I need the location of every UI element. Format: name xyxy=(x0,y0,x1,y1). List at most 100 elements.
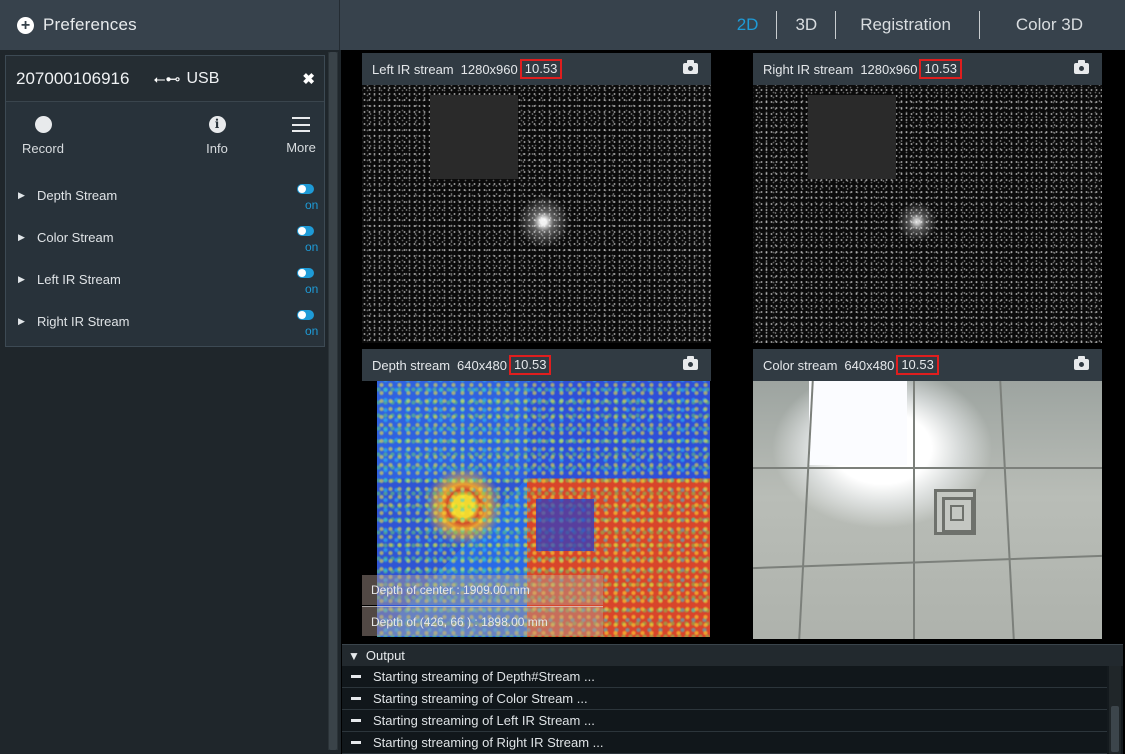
view-tabs: 2D 3D Registration Color 3D xyxy=(719,0,1125,50)
panel-title: Left IR stream xyxy=(372,61,454,77)
color-panel: Color stream 640x480 10.53 xyxy=(753,349,1102,639)
ceiling-grid-line xyxy=(999,381,1015,639)
stream-row-color[interactable]: ▶ Color Stream on xyxy=(6,220,324,262)
dash-icon xyxy=(351,719,361,722)
panel-title: Right IR stream xyxy=(763,61,854,77)
panel-header: Color stream 640x480 10.53 xyxy=(753,349,1102,381)
color-image xyxy=(753,381,1102,639)
log-text: Starting streaming of Color Stream ... xyxy=(373,691,588,706)
toggle-state: on xyxy=(305,240,319,254)
preferences-label: Preferences xyxy=(43,15,137,34)
stream-name: Color Stream xyxy=(37,230,114,245)
left-ir-image xyxy=(362,85,711,343)
right-ir-image xyxy=(753,85,1102,343)
panel-fps: 10.53 xyxy=(896,355,939,375)
ceiling-grid-line xyxy=(913,381,915,639)
menu-icon xyxy=(292,117,310,132)
collapse-triangle-icon[interactable]: ▼ xyxy=(348,649,360,663)
info-button[interactable]: i Info xyxy=(199,112,235,156)
more-label: More xyxy=(286,140,316,155)
tab-color-3d[interactable]: Color 3D xyxy=(978,11,1125,39)
panel-title: Depth stream xyxy=(372,357,451,373)
output-panel: ▼ Output Starting streaming of Depth#Str… xyxy=(342,644,1123,754)
dash-icon xyxy=(351,741,361,744)
stream-name: Left IR Stream xyxy=(37,272,121,287)
stream-row-left-ir[interactable]: ▶ Left IR Stream on xyxy=(6,262,324,304)
ceiling-vent xyxy=(934,489,976,535)
panel-header: Depth stream 640x480 10.53 xyxy=(362,349,711,381)
info-label: Info xyxy=(206,141,228,156)
scrollbar-thumb[interactable] xyxy=(1111,706,1119,752)
device-panel: 207000106916 ⭠⊷ USB ✖ Record i Info More… xyxy=(5,55,325,347)
log-text: Starting streaming of Depth#Stream ... xyxy=(373,669,595,684)
panel-fps: 10.53 xyxy=(508,355,552,375)
device-actions: Record i Info More xyxy=(6,102,324,178)
toggle-state: on xyxy=(305,324,319,338)
expand-arrow-icon[interactable]: ▶ xyxy=(18,190,25,201)
record-label: Record xyxy=(22,141,64,156)
top-bar: + Preferences 2D 3D Registration Color 3… xyxy=(0,0,1125,50)
panel-fps: 10.53 xyxy=(919,59,962,79)
left-ir-panel: Left IR stream 1280x960 10.53 xyxy=(362,53,711,343)
toggle-state: on xyxy=(305,282,319,296)
stream-toggle[interactable] xyxy=(297,310,314,320)
log-line: Starting streaming of Right IR Stream ..… xyxy=(342,732,1107,754)
stream-name: Depth Stream xyxy=(37,188,118,203)
output-scrollbar[interactable] xyxy=(1109,666,1121,754)
depth-panel: Depth stream 640x480 10.53 Depth of cent… xyxy=(362,349,711,639)
panel-resolution: 1280x960 xyxy=(460,61,518,77)
expand-arrow-icon[interactable]: ▶ xyxy=(18,274,25,285)
ceiling-light xyxy=(809,381,907,465)
close-icon[interactable]: ✖ xyxy=(302,70,315,88)
camera-icon[interactable] xyxy=(1074,356,1089,370)
expand-arrow-icon[interactable]: ▶ xyxy=(18,232,25,243)
ceiling-grid-line xyxy=(753,554,1102,570)
plus-circle-icon: + xyxy=(17,16,34,34)
connection-type: USB xyxy=(186,69,220,87)
stream-row-right-ir[interactable]: ▶ Right IR Stream on xyxy=(6,304,324,346)
stream-toggle[interactable] xyxy=(297,226,314,236)
stream-row-depth[interactable]: ▶ Depth Stream on xyxy=(6,178,324,220)
scrollbar-thumb[interactable] xyxy=(329,52,337,750)
panel-resolution: 640x480 xyxy=(844,357,895,373)
preferences-button[interactable]: + Preferences xyxy=(0,0,340,50)
tab-registration[interactable]: Registration xyxy=(835,11,979,39)
ceiling-grid-line xyxy=(753,467,1102,469)
device-header: 207000106916 ⭠⊷ USB ✖ xyxy=(6,56,324,102)
sidebar-scrollbar[interactable] xyxy=(328,52,338,750)
camera-icon[interactable] xyxy=(1074,60,1089,74)
log-line: Starting streaming of Color Stream ... xyxy=(342,688,1107,710)
dash-icon xyxy=(351,697,361,700)
panel-resolution: 1280x960 xyxy=(860,61,918,77)
output-title: Output xyxy=(365,648,405,663)
panel-header: Left IR stream 1280x960 10.53 xyxy=(362,53,711,85)
record-button[interactable]: Record xyxy=(21,112,65,156)
log-text: Starting streaming of Right IR Stream ..… xyxy=(373,735,604,750)
panel-title: Color stream xyxy=(763,357,838,373)
right-ir-panel: Right IR stream 1280x960 10.53 xyxy=(753,53,1102,343)
log-line: Starting streaming of Left IR Stream ... xyxy=(342,710,1107,732)
expand-arrow-icon[interactable]: ▶ xyxy=(18,316,25,327)
dash-icon xyxy=(351,675,361,678)
output-header[interactable]: ▼ Output xyxy=(342,644,1123,666)
depth-center-readout: Depth of center : 1909.00 mm xyxy=(362,575,603,605)
stream-name: Right IR Stream xyxy=(37,314,130,329)
log-line: Starting streaming of Depth#Stream ... xyxy=(342,666,1107,688)
camera-icon[interactable] xyxy=(683,60,698,74)
stream-toggle[interactable] xyxy=(297,268,314,278)
panel-header: Right IR stream 1280x960 10.53 xyxy=(753,53,1102,85)
stream-toggle[interactable] xyxy=(297,184,314,194)
toggle-state: on xyxy=(305,198,319,212)
more-button[interactable]: More xyxy=(284,112,318,155)
usb-icon: ⭠⊷ xyxy=(153,70,181,88)
log-text: Starting streaming of Left IR Stream ... xyxy=(373,713,595,728)
info-icon: i xyxy=(208,116,226,133)
record-icon xyxy=(34,116,52,133)
tab-2d[interactable]: 2D xyxy=(719,11,777,39)
panel-resolution: 640x480 xyxy=(457,357,507,373)
depth-image: Depth of center : 1909.00 mm Depth of (4… xyxy=(362,381,711,639)
panel-fps: 10.53 xyxy=(519,59,563,79)
device-serial: 207000106916 xyxy=(16,68,130,88)
tab-3d[interactable]: 3D xyxy=(776,11,835,39)
camera-icon[interactable] xyxy=(683,356,698,370)
